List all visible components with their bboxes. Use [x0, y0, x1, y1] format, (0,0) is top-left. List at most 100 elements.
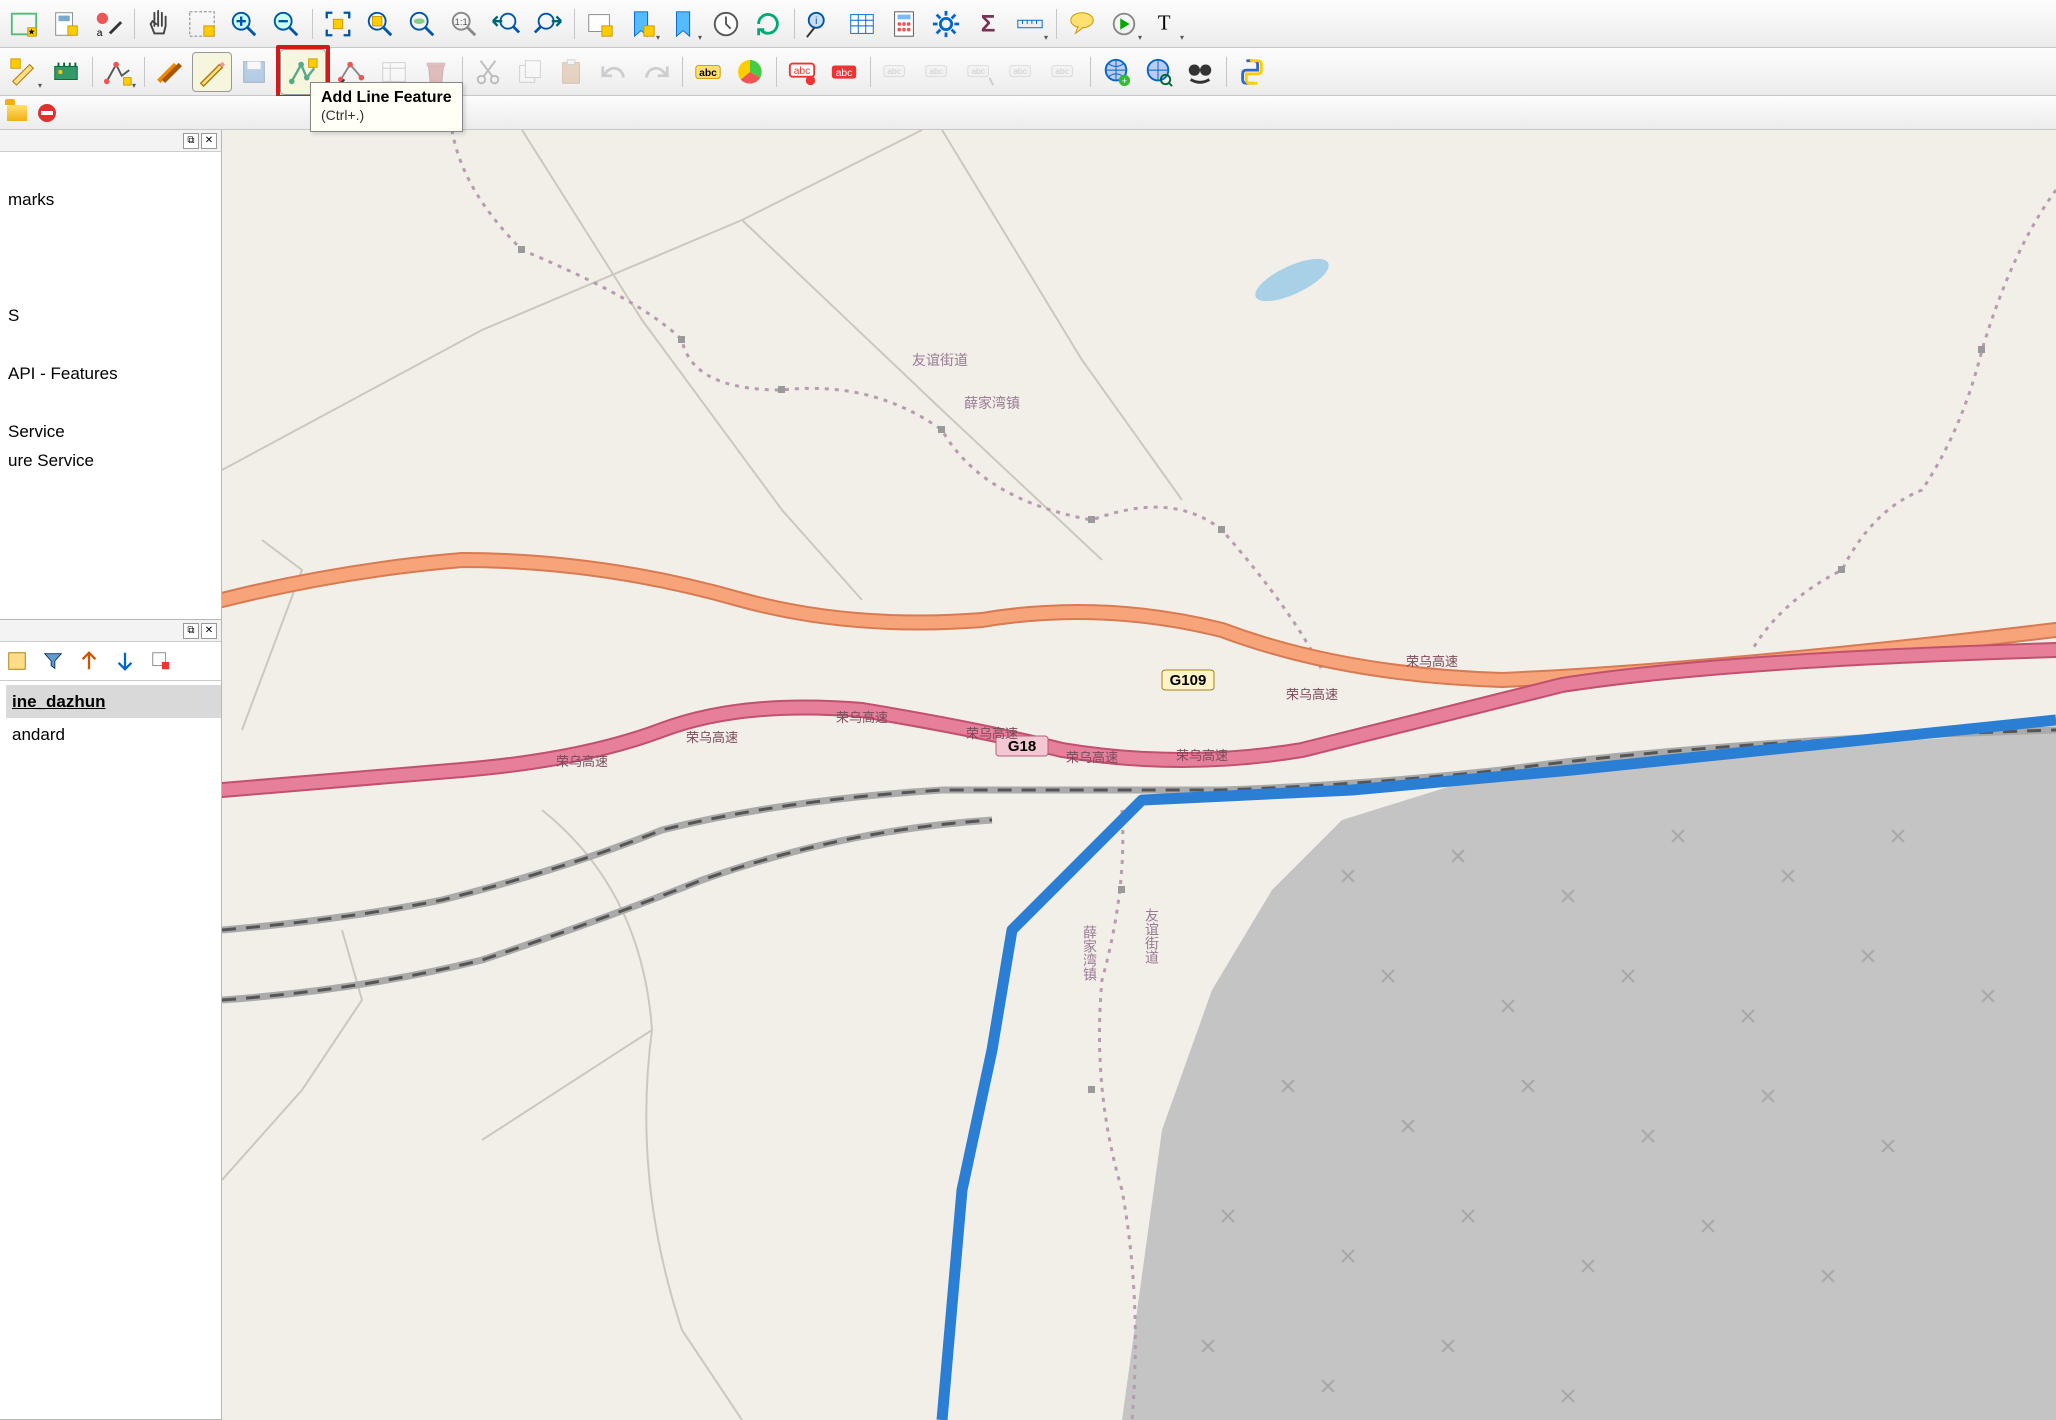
node-tool-button[interactable]: ▾ — [98, 52, 138, 92]
zoom-in-button[interactable] — [224, 4, 264, 44]
osm-download-button[interactable]: + — [1096, 52, 1136, 92]
browser-panel-header: ⧉ ✕ — [0, 130, 221, 152]
label-rotate-button: abc — [1002, 52, 1042, 92]
layer-diagram-button[interactable] — [730, 52, 770, 92]
layer-collapse-button[interactable] — [112, 648, 138, 674]
browser-item[interactable] — [6, 214, 221, 243]
tooltip-title: Add Line Feature — [321, 89, 452, 106]
svg-text:+: + — [1122, 76, 1127, 86]
svg-text:abc: abc — [1013, 65, 1027, 75]
zoom-to-layer-button[interactable] — [402, 4, 442, 44]
browser-item[interactable]: ure Service — [6, 446, 221, 475]
show-bookmarks-button[interactable]: ▾ — [664, 4, 704, 44]
svg-text:Σ: Σ — [981, 10, 996, 37]
pan-button[interactable] — [140, 4, 180, 44]
svg-text:abc: abc — [836, 67, 853, 78]
svg-text:★: ★ — [28, 26, 36, 36]
browser-item[interactable]: S — [6, 301, 221, 330]
svg-text:荣乌高速: 荣乌高速 — [686, 730, 738, 745]
osm-search-button[interactable] — [1138, 52, 1178, 92]
no-entry-button[interactable] — [34, 100, 60, 126]
multi-edit-button[interactable] — [150, 52, 190, 92]
browser-item[interactable] — [6, 243, 221, 272]
layer-style-button[interactable] — [4, 648, 30, 674]
statistics-button[interactable]: Σ — [968, 4, 1008, 44]
browser-tree[interactable]: marks S API - Features Serviceure Servic… — [0, 152, 221, 619]
svg-text:abc: abc — [699, 67, 717, 78]
current-edits-button[interactable]: ▾ — [4, 52, 44, 92]
favorites-folder-button[interactable] — [4, 100, 30, 126]
panel-undock-button[interactable]: ⧉ — [183, 133, 199, 149]
zoom-full-button[interactable] — [318, 4, 358, 44]
refresh-button[interactable] — [748, 4, 788, 44]
layers-panel-header: ⧉ ✕ — [0, 620, 221, 642]
panel-undock-button[interactable]: ⧉ — [183, 623, 199, 639]
attribute-table-button[interactable] — [842, 4, 882, 44]
svg-text:abc: abc — [1055, 65, 1069, 75]
label-pin-button: abc — [876, 52, 916, 92]
svg-text:T: T — [1158, 12, 1171, 34]
layers-panel: ⧉ ✕ ine_dazhunandard — [0, 620, 221, 1420]
browser-item[interactable] — [6, 156, 221, 185]
map-tips-button[interactable] — [1062, 4, 1102, 44]
svg-text:abc: abc — [794, 65, 811, 76]
browser-item[interactable]: marks — [6, 185, 221, 214]
svg-text:荣乌高速: 荣乌高速 — [1176, 748, 1228, 763]
label-change-button: abc — [1044, 52, 1084, 92]
add-line-feature-tooltip: Add Line Feature (Ctrl+.) — [310, 82, 463, 132]
label-show-hide-button: abc — [918, 52, 958, 92]
undo-button — [594, 52, 634, 92]
svg-text:荣乌高速: 荣乌高速 — [556, 754, 608, 769]
svg-text:荣乌高速: 荣乌高速 — [1406, 654, 1458, 669]
new-map-view-button[interactable] — [580, 4, 620, 44]
zoom-native-button[interactable]: 1:1 — [444, 4, 484, 44]
label-move-button: abc — [960, 52, 1000, 92]
zoom-to-selection-button[interactable] — [360, 4, 400, 44]
new-bookmark-button[interactable]: ▾ — [622, 4, 662, 44]
layer-item[interactable]: andard — [6, 718, 221, 751]
tooltip-shortcut: (Ctrl+.) — [321, 107, 364, 123]
browser-item[interactable] — [6, 388, 221, 417]
browser-item[interactable]: Service — [6, 417, 221, 446]
toggle-editing-button[interactable] — [192, 52, 232, 92]
label-highlight-pinned-button[interactable]: abc — [782, 52, 822, 92]
plugin-copilot-button[interactable] — [46, 52, 86, 92]
svg-text:薛家湾镇: 薛家湾镇 — [1082, 925, 1098, 981]
python-console-button[interactable] — [1232, 52, 1272, 92]
layer-item[interactable]: ine_dazhun — [6, 685, 221, 718]
zoom-last-button[interactable] — [486, 4, 526, 44]
label-toggle-button[interactable]: abc — [824, 52, 864, 92]
layer-filter-button[interactable] — [40, 648, 66, 674]
browser-item[interactable] — [6, 330, 221, 359]
field-calculator-button[interactable] — [884, 4, 924, 44]
identify-button[interactable]: i — [800, 4, 840, 44]
pan-to-selection-button[interactable] — [182, 4, 222, 44]
side-panels: ⧉ ✕ marks S API - Features Serviceure Se… — [0, 130, 222, 1420]
svg-text:荣乌高速: 荣乌高速 — [966, 726, 1018, 741]
zoom-out-button[interactable] — [266, 4, 306, 44]
save-edits-button — [234, 52, 274, 92]
layers-tree[interactable]: ine_dazhunandard — [0, 681, 221, 1419]
layer-expand-button[interactable] — [76, 648, 102, 674]
osm-place-search-button[interactable] — [1180, 52, 1220, 92]
measure-button[interactable]: ▾ — [1010, 4, 1050, 44]
processing-toolbox-button[interactable] — [926, 4, 966, 44]
run-feature-action-button[interactable]: ▾ — [1104, 4, 1144, 44]
new-print-layout-button[interactable] — [46, 4, 86, 44]
temporal-controller-button[interactable] — [706, 4, 746, 44]
layer-labeling-button[interactable]: abc — [688, 52, 728, 92]
open-data-source-manager-button[interactable]: ★ — [4, 4, 44, 44]
map-canvas[interactable]: G109G18荣乌高速荣乌高速荣乌高速荣乌高速荣乌高速荣乌高速荣乌高速荣乌高速友… — [222, 130, 2056, 1420]
browser-item[interactable]: API - Features — [6, 359, 221, 388]
panel-close-button[interactable]: ✕ — [201, 133, 217, 149]
text-annotation-button[interactable]: T▾ — [1146, 4, 1186, 44]
panel-close-button[interactable]: ✕ — [201, 623, 217, 639]
browser-item[interactable] — [6, 272, 221, 301]
main-toolbar: ★ a 1:1 ▾ ▾ i Σ ▾ ▾ T▾ — [0, 0, 2056, 48]
layer-remove-button[interactable] — [148, 648, 174, 674]
paste-button — [552, 52, 592, 92]
zoom-next-button[interactable] — [528, 4, 568, 44]
style-manager-button[interactable]: a — [88, 4, 128, 44]
svg-text:i: i — [815, 16, 817, 27]
redo-button — [636, 52, 676, 92]
